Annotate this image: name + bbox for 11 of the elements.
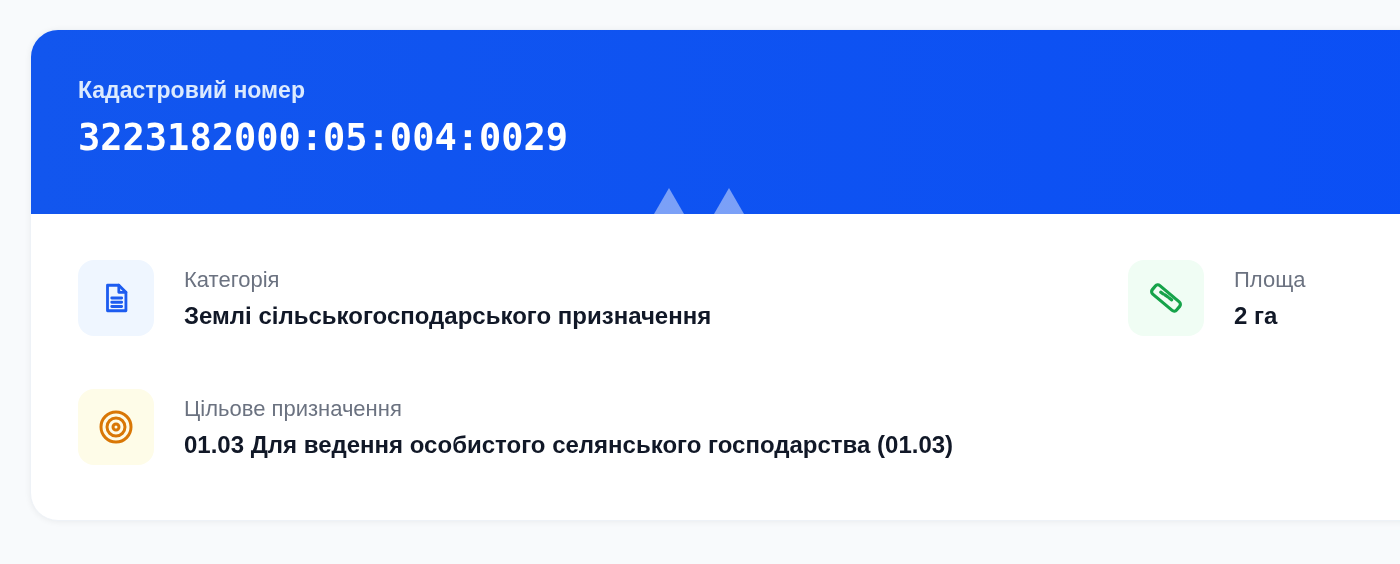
cadastral-number: 3223182000:05:004:0029: [78, 115, 570, 161]
header-label: Кадастровий номер: [78, 76, 306, 105]
ruler-icon: [1128, 260, 1204, 336]
target-icon: [78, 389, 154, 465]
document-icon: [78, 260, 154, 336]
field-value: 01.03 Для ведення особистого селянського господарства (01.03): [184, 430, 954, 460]
field-label: Площа: [1234, 266, 1306, 294]
field-value: Землі сільськогосподарського призначення: [184, 301, 712, 331]
field-value: 2 га: [1234, 301, 1279, 331]
field-label: Категорія: [184, 266, 281, 294]
field-label: Цільове призначення: [184, 395, 403, 423]
